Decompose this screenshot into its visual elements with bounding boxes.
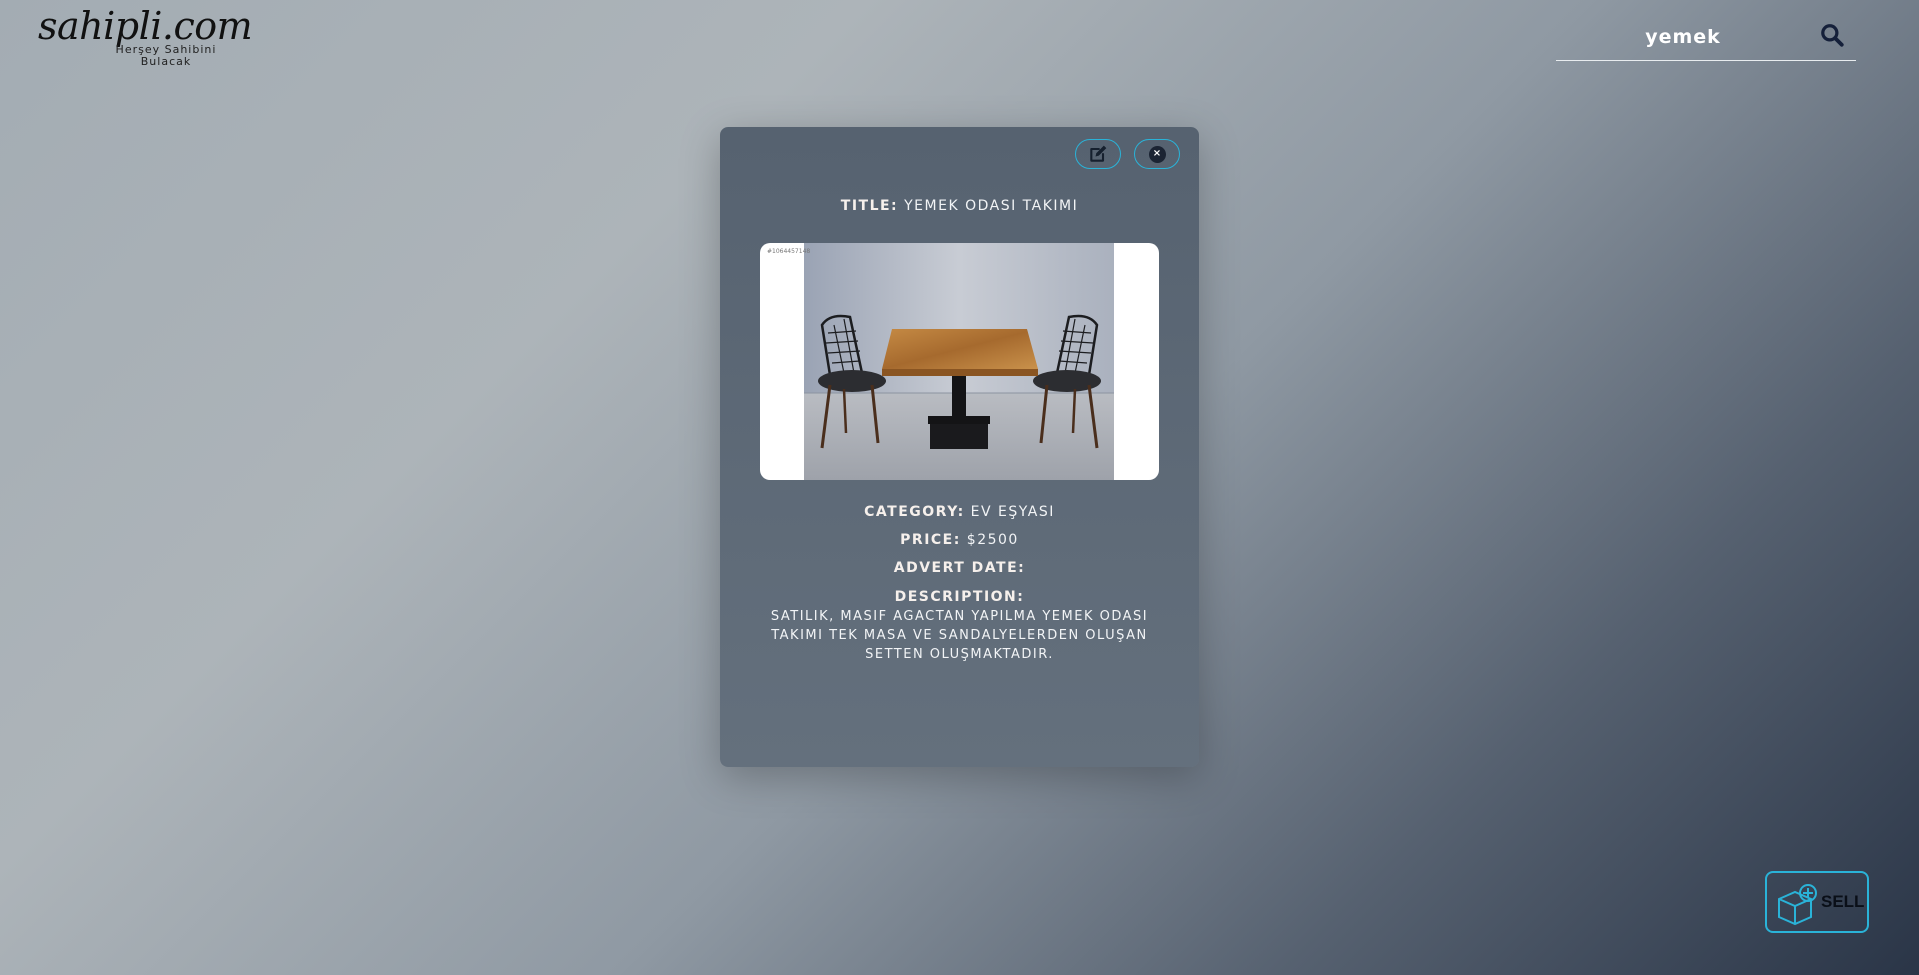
advert-date-label: ADVERT DATE: [893,560,1026,576]
image-watermark: #1064457148 [767,248,810,255]
logo-tagline: Herşey Sahibini Bulacak [106,44,226,68]
search-input[interactable] [1556,22,1810,52]
logo-wordmark: sahipli.com [38,4,253,48]
price-value: $2500 [966,532,1019,548]
edit-icon [1090,145,1107,162]
close-button[interactable]: × [1134,139,1180,169]
search-icon[interactable] [1819,22,1845,48]
close-icon: × [1148,145,1166,163]
title-value: YEMEK ODASI TAKIMI [904,198,1079,214]
edit-button[interactable] [1075,139,1121,169]
price-row: PRICE: $2500 [720,532,1199,548]
description-label-row: DESCRIPTION: [720,589,1199,605]
category-row: CATEGORY: EV EŞYASI [720,504,1199,520]
advert-date-row: ADVERT DATE: [720,560,1199,576]
logo-tagline-line2: Bulacak [140,55,192,68]
title-row: TITLE: YEMEK ODASI TAKIMI [720,198,1199,214]
box-plus-icon [1778,884,1817,926]
category-value: EV EŞYASI [970,504,1055,520]
description-label: DESCRIPTION: [894,589,1025,605]
dining-set-image: #1064457148 [767,243,1114,480]
description-value: SATILIK, MASIF AGACTAN YAPILMA YEMEK ODA… [770,609,1149,662]
sell-label: SELL [1821,892,1865,911]
advert-photo: #1064457148 [760,243,1159,480]
advert-detail-modal: × TITLE: YEMEK ODASI TAKIMI #1064457148 … [720,127,1199,767]
sell-button[interactable]: SELL [1765,871,1869,933]
price-label: PRICE: [900,532,961,548]
search-bar [1556,14,1856,61]
category-label: CATEGORY: [864,504,965,520]
title-label: TITLE: [840,198,899,214]
site-logo[interactable]: sahipli.com Herşey Sahibini Bulacak [38,4,253,74]
